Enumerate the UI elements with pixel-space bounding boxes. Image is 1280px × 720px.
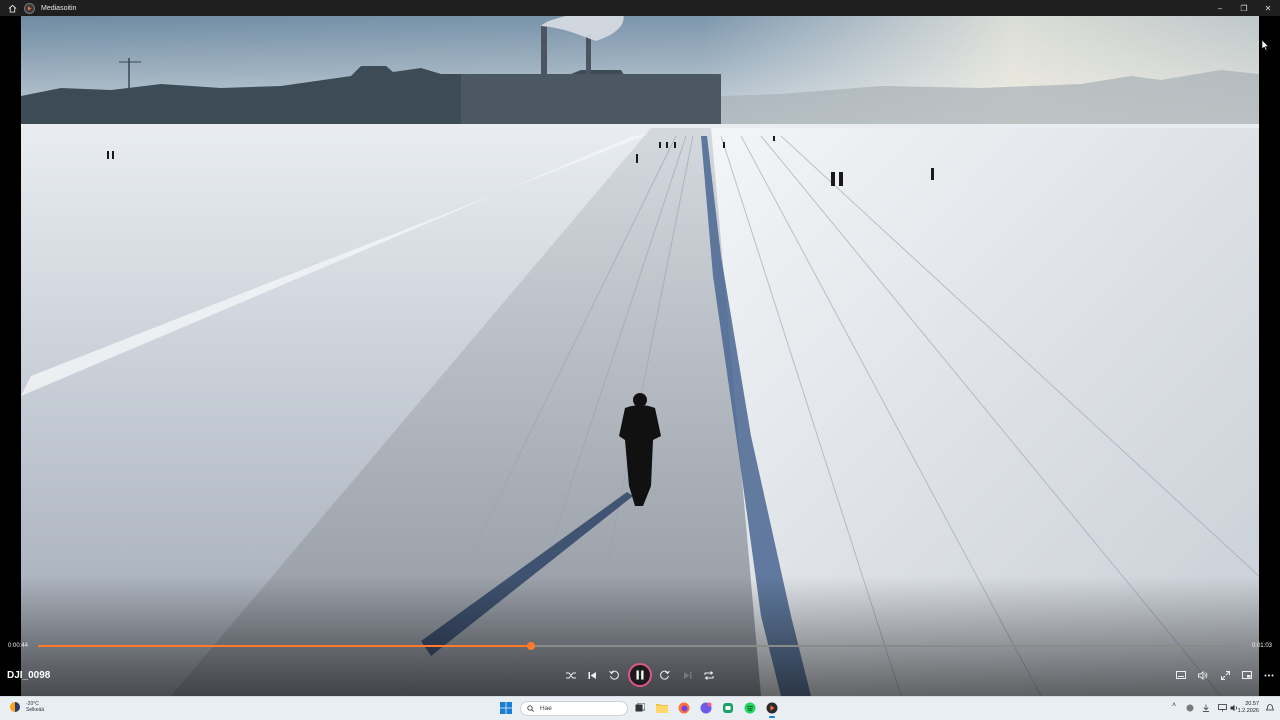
task-view-icon	[635, 703, 645, 712]
weather-text: Selkeää	[26, 707, 45, 713]
volume-button[interactable]	[1194, 667, 1212, 683]
messenger-taskbar-button[interactable]	[720, 700, 736, 716]
miniplayer-button[interactable]	[1238, 667, 1256, 683]
title-bar: Mediasoitin – ❐ ✕	[0, 0, 1280, 16]
pause-icon	[636, 670, 644, 680]
play-pause-button[interactable]	[628, 663, 652, 687]
network-button[interactable]	[1216, 702, 1228, 714]
tray-app-icon	[1186, 704, 1194, 712]
player-controls: 0:00:44 0:01:03 DJI_0098	[0, 630, 1280, 696]
search-placeholder: Hae	[540, 705, 552, 712]
network-icon	[1217, 704, 1227, 712]
clock-date: 1.2.2026	[1237, 708, 1259, 714]
show-hidden-icons-button[interactable]: ˄	[1172, 702, 1176, 709]
fullscreen-button[interactable]	[1216, 667, 1234, 683]
taskbar: -20°C Selkeää Hae ˄ 20.57 1.2.2026	[0, 696, 1280, 720]
next-button[interactable]	[677, 666, 697, 684]
home-icon	[8, 4, 16, 13]
close-button[interactable]: ✕	[1256, 0, 1280, 16]
start-button[interactable]	[498, 700, 514, 716]
folder-icon	[656, 704, 668, 713]
tray-update-button[interactable]	[1200, 702, 1212, 714]
media-player-icon	[766, 702, 778, 714]
home-button[interactable]	[0, 0, 24, 16]
seek-bar[interactable]	[38, 642, 1242, 650]
window-title: Mediasoitin	[41, 4, 77, 12]
file-name: DJI_0098	[7, 670, 51, 681]
file-explorer-taskbar-button[interactable]	[654, 700, 670, 716]
restore-icon: ❐	[1240, 3, 1248, 13]
notification-bell-icon	[1266, 704, 1274, 711]
weather-widget[interactable]: -20°C Selkeää	[9, 701, 44, 713]
current-time: 0:00:44	[8, 643, 29, 649]
more-options-button[interactable]	[1260, 667, 1278, 683]
download-icon	[1203, 704, 1209, 712]
chat-app-icon	[700, 702, 712, 714]
total-time: 0:01:03	[1251, 643, 1272, 649]
windows-start-icon	[500, 702, 512, 714]
video-frame[interactable]	[21, 16, 1259, 696]
minimize-icon: –	[1217, 3, 1223, 13]
spotify-icon	[744, 702, 756, 714]
subtitles-icon	[1176, 671, 1186, 679]
taskbar-clock[interactable]: 20.57 1.2.2026	[1238, 701, 1259, 715]
chat-taskbar-button[interactable]	[698, 700, 714, 716]
clock-time: 20.57	[1245, 701, 1259, 707]
forward-30-icon	[660, 670, 670, 680]
taskbar-search[interactable]: Hae	[520, 701, 628, 716]
media-player-taskbar-button[interactable]	[764, 700, 780, 718]
messenger-icon	[723, 703, 733, 713]
repeat-button[interactable]	[699, 666, 719, 684]
seek-thumb[interactable]	[527, 642, 536, 650]
notifications-button[interactable]	[1264, 702, 1276, 714]
firefox-icon	[678, 702, 690, 714]
spotify-taskbar-button[interactable]	[742, 700, 758, 716]
maximize-button[interactable]: ❐	[1232, 0, 1256, 16]
rewind-10-icon	[609, 670, 619, 680]
miniplayer-icon	[1242, 671, 1252, 679]
tray-app-button[interactable]	[1184, 702, 1196, 714]
browser-taskbar-button[interactable]	[676, 700, 692, 716]
seek-progress	[38, 645, 532, 647]
next-icon	[683, 671, 691, 679]
previous-button[interactable]	[582, 666, 602, 684]
media-player-app-icon	[24, 2, 35, 14]
volume-icon	[1198, 670, 1208, 680]
close-icon: ✕	[1264, 3, 1272, 13]
forward-button[interactable]	[655, 666, 675, 684]
shuffle-icon	[566, 672, 576, 678]
fullscreen-icon	[1220, 670, 1230, 680]
previous-icon	[588, 671, 596, 679]
more-icon	[1264, 674, 1274, 676]
minimize-button[interactable]: –	[1208, 0, 1232, 16]
chevron-up-icon: ˄	[1172, 702, 1177, 709]
rewind-button[interactable]	[604, 666, 624, 684]
mouse-cursor-icon	[1262, 40, 1269, 51]
search-icon	[527, 705, 534, 712]
subtitles-button[interactable]	[1172, 667, 1190, 683]
shuffle-button[interactable]	[561, 666, 581, 684]
weather-sun-icon	[10, 702, 20, 712]
task-view-button[interactable]	[632, 700, 648, 716]
repeat-icon	[704, 670, 714, 680]
